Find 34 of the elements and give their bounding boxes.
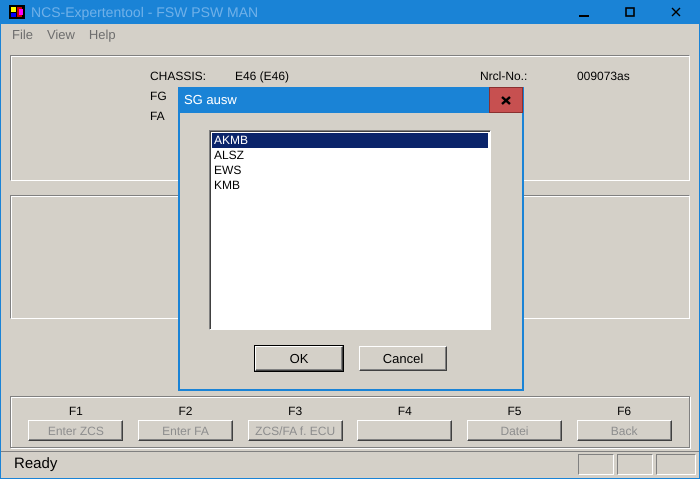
list-item[interactable]: ALSZ (212, 148, 488, 163)
window-title: NCS-Expertentool - FSW PSW MAN (31, 2, 258, 22)
status-panel (656, 454, 696, 474)
menu-item[interactable]: File (5, 25, 40, 45)
close-icon (501, 96, 511, 104)
key-label: F1 (68, 403, 83, 416)
menu-item[interactable]: View (40, 25, 82, 45)
menu-item[interactable]: Help (82, 25, 123, 45)
close-icon (671, 7, 681, 17)
cancel-button[interactable]: Cancel (359, 346, 447, 371)
list-item[interactable]: KMB (212, 178, 488, 193)
key-label: F3 (288, 403, 302, 416)
ok-button[interactable]: OK (255, 346, 343, 371)
maximize-icon (625, 7, 635, 17)
close-button[interactable] (489, 87, 523, 113)
status-panel (578, 454, 614, 474)
dialog-title: SG ausw (184, 92, 237, 108)
field-label: FG (150, 89, 167, 103)
status-text: Ready (13, 454, 58, 474)
app-icon (9, 5, 25, 19)
field-value: E46 (E46) (235, 68, 290, 85)
minimize-icon (579, 15, 589, 17)
function-button[interactable] (357, 420, 452, 441)
key-label: F5 (507, 403, 522, 416)
field-value: 009073as (577, 68, 630, 85)
key-label: F4 (398, 403, 412, 416)
field-label: FA (150, 109, 165, 123)
list-item[interactable]: AKMB (212, 133, 488, 148)
field-label: CHASSIS: (150, 69, 206, 83)
key-label: F6 (617, 403, 632, 416)
key-label: F2 (178, 403, 192, 416)
list-item[interactable]: EWS (212, 163, 488, 178)
field-label: Nrcl-No.: (480, 68, 528, 85)
status-panel (617, 454, 653, 474)
